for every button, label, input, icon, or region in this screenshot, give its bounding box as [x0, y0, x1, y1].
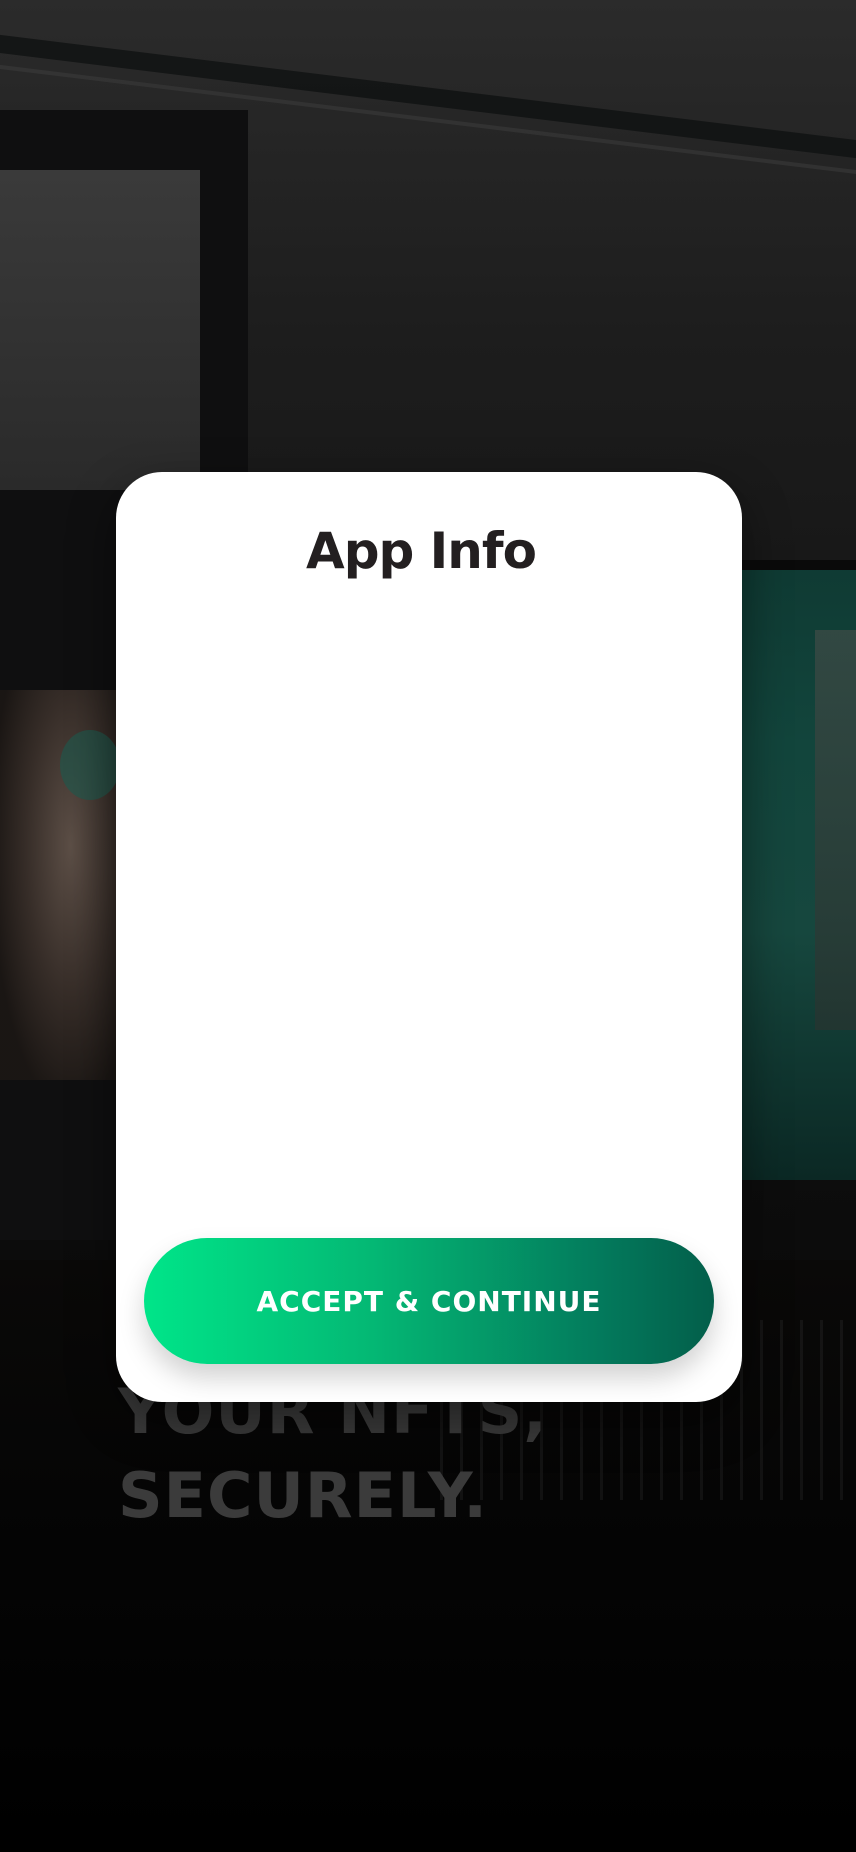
right-artwork-frame [742, 560, 856, 570]
right-artwork-detail [815, 630, 856, 1030]
accept-continue-button[interactable]: ACCEPT & CONTINUE [144, 1238, 714, 1364]
left-artwork-detail [60, 730, 120, 800]
app-info-dialog: App Info ACCEPT & CONTINUE [116, 472, 742, 1402]
doorway-opening [0, 170, 200, 490]
headline-line-2: SECURELY. [118, 1459, 488, 1532]
onboarding-screen: YOUR NFTS, SECURELY. App Info ACCEPT & C… [0, 0, 856, 1852]
dialog-content [146, 612, 712, 1172]
dialog-title: App Info [306, 522, 537, 580]
